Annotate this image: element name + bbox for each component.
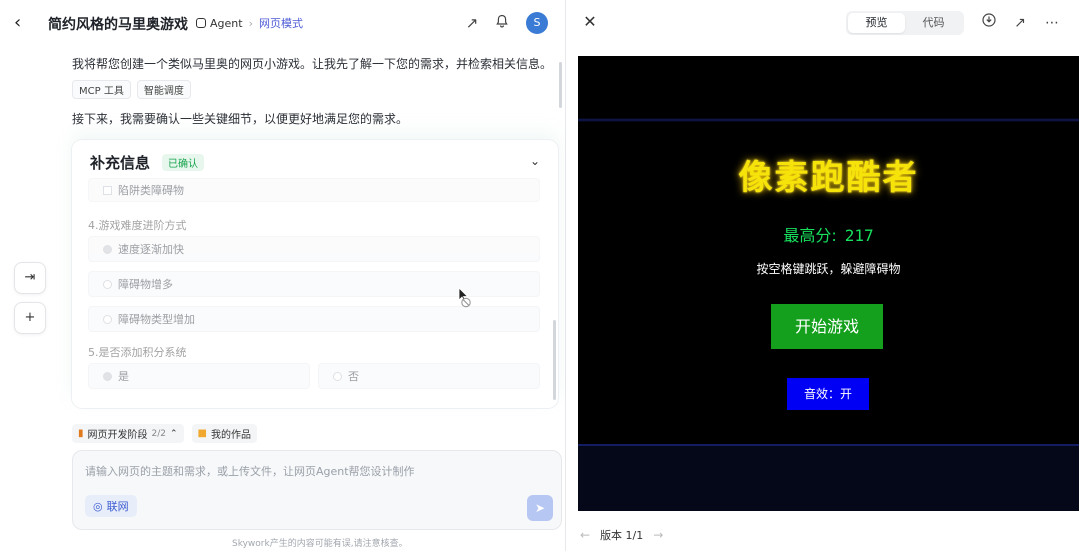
radio-icon [103,279,112,289]
disclaimer: Skywork产生的内容可能有误,请注意核查。 [232,539,408,549]
globe-icon: ◎ [93,499,103,513]
checkbox-icon [103,185,112,195]
supplement-info-card: 补充信息 已确认 ⌄ 陷阱类障碍物 4.游戏难度进阶方式 速度逐渐加快 障碍物增… [72,140,558,408]
add-icon[interactable]: + [14,302,46,334]
high-score-label: 最高分: [783,226,837,245]
prompt-input[interactable]: 请输入网页的主题和需求，或上传文件，让网页Agent帮您设计制作 [85,463,415,479]
option-label: 障碍物增多 [118,278,173,291]
tab-preview[interactable]: 预览 [848,13,905,33]
radio-icon [333,371,342,381]
radio-icon [103,314,112,324]
share-icon[interactable]: ↗ [462,13,482,33]
arrow-left-icon[interactable]: ← [580,528,590,542]
option-label: 否 [348,370,359,383]
view-toggle: 预览 代码 [846,11,964,35]
high-score: 最高分: 217 [578,222,1079,246]
game-preview[interactable]: 像素跑酷者 最高分: 217 按空格键跳跃，躲避障碍物 开始游戏 音效：开 [578,56,1079,511]
high-score-value: 217 [844,226,874,245]
assistant-message: 接下来，我需要确认一些关键细节，以便更好地满足您的需求。 [72,112,409,126]
agent-icon [196,18,206,28]
arrow-right-icon[interactable]: → [653,528,663,542]
back-icon[interactable]: ‹ [14,13,34,33]
start-game-button[interactable]: 开始游戏 [771,304,883,349]
my-works-label: 我的作品 [211,430,251,441]
stage-chip[interactable]: ▮ 网页开发阶段 2/2 ⌃ [72,424,184,443]
scrollbar[interactable] [559,62,562,108]
game-title: 像素跑酷者 [738,158,919,198]
radio-selected-icon [103,371,112,381]
stage-icon: ▮ [78,428,84,439]
avatar[interactable]: S [526,12,548,34]
card-scrollbar[interactable] [553,320,556,400]
stage-label: 网页开发阶段 [87,430,148,441]
open-external-icon[interactable]: ↗ [1010,13,1030,33]
web-search-label: 联网 [106,500,129,513]
close-icon[interactable]: ✕ [580,12,600,32]
folder-icon: ■ [197,428,207,439]
chat-pane: ‹ 简约风格的马里奥游戏 Agent › 网页模式 ↗ S ⇥ + 我将帮您创建… [0,0,566,551]
option-no[interactable]: 否 [318,363,540,389]
assistant-message: 我将帮您创建一个类似马里奥的网页小游戏。让我先了解一下您的需求，并检索相关信息。 [72,57,553,71]
game-hint: 按空格键跳跃，躲避障碍物 [756,262,901,276]
send-button[interactable]: ➤ [527,495,553,521]
chevron-right-icon: › [248,16,253,30]
prompt-input-box[interactable]: 请输入网页的主题和需求，或上传文件，让网页Agent帮您设计制作 ◎ 联网 ➤ [72,450,562,530]
status-badge: 已确认 [162,154,205,171]
my-works-chip[interactable]: ■ 我的作品 [191,424,257,443]
page-title: 简约风格的马里奥游戏 [48,17,188,33]
option-more-obstacle-types[interactable]: 障碍物类型增加 [88,306,540,332]
sound-toggle-button[interactable]: 音效：开 [787,378,869,410]
version-label: 版本 1/1 [600,529,644,542]
web-search-toggle[interactable]: ◎ 联网 [85,495,137,517]
top-band [578,56,1079,122]
tab-code[interactable]: 代码 [905,13,962,33]
ground-band [578,444,1079,511]
radio-selected-icon [103,244,112,254]
tool-tags: MCP 工具 智能调度 [72,80,191,99]
agent-mode-indicator: Agent › 网页模式 [196,15,303,31]
chat-topbar: ‹ 简约风格的马里奥游戏 Agent › 网页模式 ↗ S [0,0,566,46]
bell-icon[interactable] [492,13,512,33]
download-icon[interactable] [979,13,999,33]
mode-label: 网页模式 [258,17,303,30]
cursor-not-allowed-icon [458,287,474,309]
chevron-down-icon[interactable]: ⌄ [530,154,540,168]
card-title: 补充信息 [90,154,151,172]
question-label: 5.是否添加积分系统 [88,346,187,359]
collapse-panel-icon[interactable]: ⇥ [14,262,46,294]
option-label: 速度逐渐加快 [118,243,184,256]
option-label: 陷阱类障碍物 [118,184,184,197]
version-nav: ← 版本 1/1 → [580,527,663,543]
tool-tag-scheduling[interactable]: 智能调度 [136,80,191,99]
option-trap-obstacle[interactable]: 陷阱类障碍物 [88,178,540,202]
preview-pane: ✕ 预览 代码 ↗ ⋯ 像素跑酷者 最高分: 217 按空格键跳跃，躲避障碍物 开… [566,0,1079,551]
option-label: 是 [118,370,129,383]
chevron-up-icon: ⌃ [170,428,178,439]
card-header: 补充信息 已确认 [90,152,205,173]
stage-count: 2/2 [151,428,166,439]
more-icon[interactable]: ⋯ [1042,13,1062,33]
context-chips: ▮ 网页开发阶段 2/2 ⌃ ■ 我的作品 [72,424,257,443]
tool-tag-mcp[interactable]: MCP 工具 [72,80,131,99]
option-label: 障碍物类型增加 [118,313,195,326]
option-yes[interactable]: 是 [88,363,310,389]
question-label: 4.游戏难度进阶方式 [88,219,187,232]
option-speed-up[interactable]: 速度逐渐加快 [88,236,540,262]
agent-label: Agent [210,16,243,30]
